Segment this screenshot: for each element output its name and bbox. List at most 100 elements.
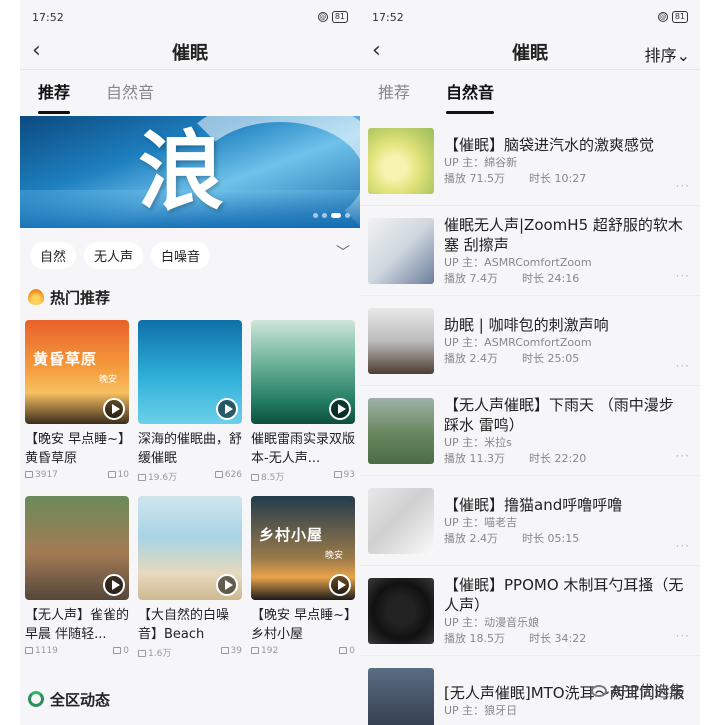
more-icon[interactable]: ··· — [676, 629, 690, 643]
left-screen: 17:52 @ 81 ‹ 催眠 推荐 自然音 浪 自然 无人声 白噪音 ﹀ 热门… — [20, 0, 360, 725]
back-button[interactable]: ‹ — [32, 40, 41, 62]
video-card[interactable]: 【大自然的白噪音】Beach and... 1.6万 39 — [138, 496, 242, 672]
tab-nature-sound[interactable]: 自然音 — [106, 70, 154, 116]
back-button[interactable]: ‹ — [372, 40, 381, 62]
play-icon[interactable] — [103, 574, 125, 596]
more-icon[interactable]: ··· — [676, 359, 690, 373]
watermark: APP优选集 — [590, 680, 684, 701]
comment-count: 10 — [107, 470, 129, 480]
list-item[interactable]: 【催眠】脑袋进汽水的激爽感觉 UP 主：綿谷新 播放 71.5万 时长 10:2… — [360, 116, 700, 206]
video-thumbnail — [368, 217, 434, 284]
play-icon[interactable] — [329, 574, 351, 596]
comment-icon — [339, 647, 348, 654]
video-stats: 3917 10 — [25, 470, 129, 480]
play-count: 播放 2.4万 — [444, 531, 498, 545]
duration: 时长 24:16 — [522, 271, 580, 285]
uploader: UP 主：米拉s — [444, 435, 512, 449]
list-item[interactable]: 【催眠】撸猫and呼噜呼噜 UP 主：喵老吉 播放 2.4万 时长 05:15 … — [360, 476, 700, 566]
more-icon[interactable]: ··· — [676, 269, 690, 283]
chip-white-noise[interactable]: 白噪音 — [151, 241, 211, 269]
list-item-body: 催眠无人声|ZoomH5 超舒服的软木塞 刮擦声 UP 主：ASMRComfor… — [444, 215, 688, 287]
video-thumbnail — [368, 127, 434, 194]
wechat-icon — [590, 684, 607, 697]
play-count: 播放 18.5万 — [444, 631, 505, 645]
video-title: 【催眠】撸猫and呼噜呼噜 — [444, 495, 623, 514]
thumb-caption: 乡村小屋 — [259, 526, 324, 544]
video-list: 【催眠】脑袋进汽水的激爽感觉 UP 主：綿谷新 播放 71.5万 时长 10:2… — [360, 116, 700, 725]
play-icon[interactable] — [329, 398, 351, 420]
video-title: 【无人声】雀雀的早晨 伴随轻... — [25, 608, 129, 642]
video-title: 【催眠】脑袋进汽水的激爽感觉 — [444, 135, 655, 154]
thumb-subcaption: 晚安 — [98, 375, 117, 385]
play-icon[interactable] — [216, 398, 238, 420]
list-item[interactable]: 【催眠】PPOMO 木制耳勺耳搔（无人声） UP 主：动漫音乐娘 播放 18.5… — [360, 566, 700, 656]
status-icons: @ 81 — [657, 11, 688, 23]
banner[interactable]: 浪 — [20, 116, 360, 228]
nfc-icon: @ — [317, 12, 328, 22]
chip-nature[interactable]: 自然 — [30, 241, 77, 269]
uploader: UP 主：狼牙日 — [444, 703, 518, 717]
chevron-down-icon[interactable]: ﹀ — [336, 242, 350, 262]
video-card[interactable]: 黄昏草原 晚安 【晚安 早点睡~】黄昏草原 3917 10 — [25, 320, 129, 496]
list-item-body: 【催眠】脑袋进汽水的激爽感觉 UP 主：綿谷新 播放 71.5万 时长 10:2… — [444, 135, 688, 187]
video-thumbnail — [25, 496, 129, 600]
play-count: 8.5万 — [251, 470, 284, 483]
list-item-body: 【无人声催眠】下雨天 （雨中漫步 踩水 雷鸣） UP 主：米拉s 播放 11.3… — [444, 395, 688, 467]
list-item-body: 助眠 | 咖啡包的刺激声响 UP 主：ASMRComfortZoom 播放 2.… — [444, 315, 688, 367]
duration: 时长 05:15 — [522, 531, 580, 545]
video-card[interactable]: 深海的催眠曲，舒缓催眠 19.6万 626 — [138, 320, 242, 496]
watermark-text: APP优选集 — [610, 682, 684, 700]
battery-icon: 81 — [331, 11, 348, 23]
tab-nature-sound[interactable]: 自然音 — [446, 70, 495, 116]
video-stats: 播放 2.4万 时长 25:05 — [444, 351, 688, 367]
status-time: 17:52 — [372, 10, 404, 24]
tab-recommend[interactable]: 推荐 — [38, 70, 71, 116]
thumb-caption: 黄昏草原 — [33, 350, 98, 368]
battery-icon: 81 — [671, 11, 688, 23]
video-title: 【晚安 早点睡~】黄昏草原 — [25, 432, 125, 466]
comment-count: 0 — [113, 646, 129, 656]
play-count-icon — [251, 647, 259, 654]
video-stats: 播放 2.4万 时长 05:15 — [444, 531, 688, 547]
comment-count: 0 — [339, 646, 355, 656]
video-card[interactable]: 【无人声】雀雀的早晨 伴随轻... 1119 0 — [25, 496, 129, 672]
play-count: 播放 71.5万 — [444, 171, 505, 185]
video-title: 【晚安 早点睡~】乡村小屋 — [251, 608, 351, 642]
play-count-icon — [25, 471, 33, 478]
video-card[interactable]: 乡村小屋 晚安 【晚安 早点睡~】乡村小屋 192 0 — [251, 496, 355, 672]
list-item[interactable]: 催眠无人声|ZoomH5 超舒服的软木塞 刮擦声 UP 主：ASMRComfor… — [360, 206, 700, 296]
comment-icon — [333, 471, 342, 478]
list-item[interactable]: 【无人声催眠】下雨天 （雨中漫步 踩水 雷鸣） UP 主：米拉s 播放 11.3… — [360, 386, 700, 476]
comment-count: 39 — [220, 646, 242, 659]
play-count-icon — [251, 474, 259, 481]
chip-no-voice[interactable]: 无人声 — [84, 241, 144, 269]
sort-button[interactable]: 排序⌄ — [645, 42, 690, 66]
comment-count: 93 — [333, 470, 355, 483]
more-icon[interactable]: ··· — [676, 179, 690, 193]
list-item[interactable]: 助眠 | 咖啡包的刺激声响 UP 主：ASMRComfortZoom 播放 2.… — [360, 296, 700, 386]
duration: 时长 10:27 — [529, 171, 587, 185]
video-stats: 1.6万 39 — [138, 646, 242, 659]
more-icon[interactable]: ··· — [676, 449, 690, 463]
tab-recommend[interactable]: 推荐 — [378, 70, 410, 116]
video-title: 【大自然的白噪音】Beach and... — [138, 608, 230, 642]
play-count: 3917 — [25, 470, 58, 480]
more-icon[interactable]: ··· — [676, 539, 690, 553]
video-thumbnail — [368, 667, 434, 725]
hot-section-title: 热门推荐 — [50, 288, 111, 307]
comment-icon — [214, 471, 223, 478]
zone-section-header: 全区动态 — [20, 684, 360, 714]
video-card[interactable]: 催眠雷雨实录双版本-无人声... 8.5万 93 — [251, 320, 355, 496]
status-bar: 17:52 @ 81 — [360, 0, 700, 34]
thumb-subcaption: 晚安 — [324, 551, 343, 561]
video-stats: 播放 18.5万 时长 34:22 — [444, 631, 688, 647]
uploader: UP 主：ASMRComfortZoom — [444, 255, 592, 269]
play-count: 1.6万 — [138, 646, 171, 659]
nav-bar: ‹ 催眠 — [20, 34, 360, 70]
play-icon[interactable] — [103, 398, 125, 420]
zone-section-title: 全区动态 — [50, 690, 111, 709]
play-count: 19.6万 — [138, 470, 177, 483]
play-count: 播放 7.4万 — [444, 271, 498, 285]
nav-bar: ‹ 催眠 排序⌄ — [360, 34, 700, 70]
play-icon[interactable] — [216, 574, 238, 596]
